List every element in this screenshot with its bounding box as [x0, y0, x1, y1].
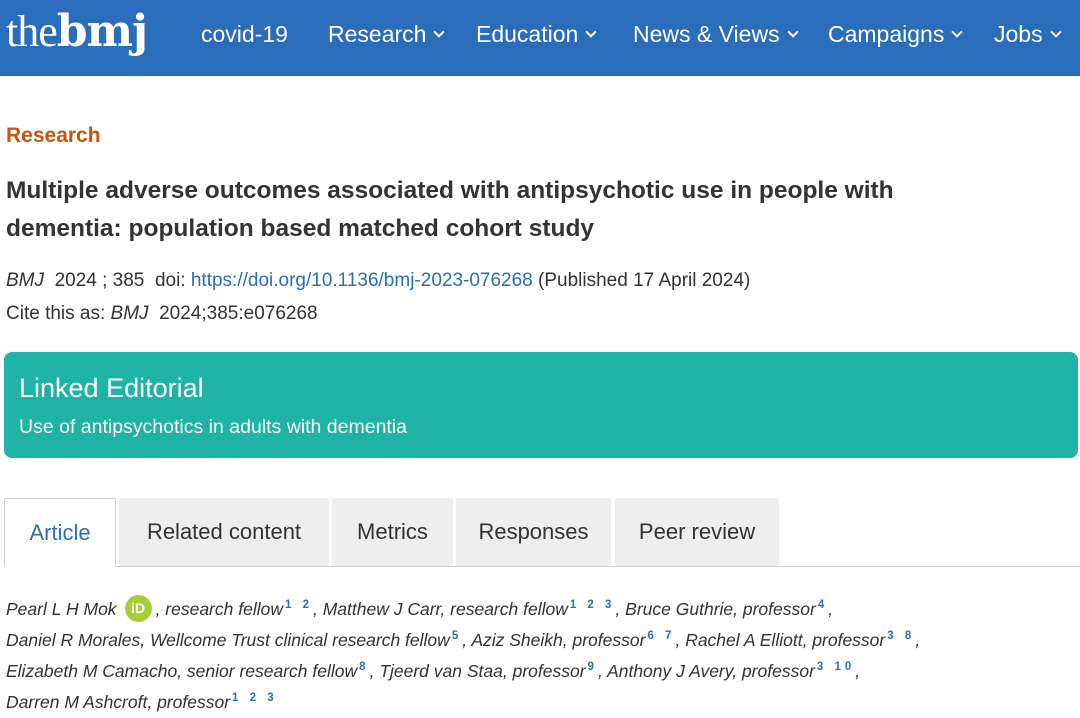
separator: , — [597, 660, 603, 681]
article-title: Multiple adverse outcomes associated wit… — [6, 177, 894, 242]
affiliation-ref[interactable]: 3 10 — [817, 661, 855, 673]
citation-line: BMJ 2024 ; 385 doi: https://doi.org/10.1… — [6, 270, 750, 292]
author-2[interactable]: Bruce Guthrie, professor 4, — [625, 599, 833, 619]
separator: , — [615, 598, 621, 619]
author-role: , professor — [732, 660, 815, 681]
orcid-icon[interactable]: iD — [124, 594, 152, 622]
logo-the: the — [6, 7, 58, 56]
author-role: , professor — [147, 691, 231, 712]
author-row: Daniel R Morales, Wellcome Trust clinica… — [6, 621, 1076, 652]
published-date: (Published 17 April 2024) — [538, 270, 751, 291]
author-row: Darren M Ashcroft, professor 1 2 3 — [6, 683, 1076, 714]
author-role: , professor — [502, 660, 586, 681]
affiliation-ref[interactable]: 9 — [588, 661, 598, 673]
author-5[interactable]: Rachel A Elliott, professor 3 8, — [685, 630, 920, 650]
affiliation-ref[interactable]: 1 2 3 — [570, 599, 616, 611]
author-name: Rachel A Elliott — [685, 629, 803, 650]
author-1[interactable]: Matthew J Carr, research fellow 1 2 3, — [323, 599, 621, 619]
separator: , — [915, 629, 921, 650]
chevron-down-icon — [433, 26, 446, 38]
nav-news-views[interactable]: News & Views — [633, 20, 799, 48]
author-0[interactable]: Pearl L H Mok iD, research fellow 1 2, — [6, 594, 318, 622]
cite-as-line: Cite this as: BMJ 2024;385:e076268 — [6, 303, 318, 325]
chevron-down-icon — [786, 26, 799, 38]
chevron-down-icon — [1049, 26, 1062, 38]
nav-research[interactable]: Research — [328, 20, 446, 48]
author-name: Aziz Sheikh — [471, 629, 563, 650]
chevron-down-icon — [585, 26, 597, 38]
tabs-divider — [4, 566, 1080, 567]
tab-related-content[interactable]: Related content — [119, 498, 329, 566]
author-8[interactable]: Anthony J Avery, professor 3 10, — [607, 661, 860, 681]
tab-article[interactable]: Article — [4, 498, 116, 567]
author-name: Matthew J Carr — [322, 598, 441, 619]
nav-jobs[interactable]: Jobs — [994, 20, 1062, 48]
nav-covid-19[interactable]: covid-19 — [201, 20, 288, 48]
bmj-logo[interactable]: thebmj — [6, 6, 148, 58]
author-name: Tjeerd van Staa — [379, 660, 503, 681]
nav-label: covid-19 — [201, 21, 288, 47]
author-list: Pearl L H Mok iD, research fellow 1 2, Mat… — [6, 590, 1076, 714]
doi-label: doi: — [154, 270, 186, 291]
author-role: , research fellow — [440, 598, 568, 619]
affiliation-ref[interactable]: 6 7 — [647, 630, 675, 642]
author-row: Pearl L H Mok iD, research fellow 1 2, Mat… — [6, 590, 1076, 622]
editorial-heading: Linked Editorial — [19, 373, 204, 403]
separator: , — [675, 629, 681, 650]
journal-name: BMJ — [6, 270, 44, 291]
nav-label: Education — [476, 21, 579, 47]
nav-label: Research — [328, 21, 427, 47]
author-name: Bruce Guthrie — [625, 598, 734, 619]
separator: , — [369, 660, 375, 681]
separator: , — [828, 598, 834, 619]
logo-bmj: bmj — [56, 6, 148, 57]
nav-campaigns[interactable]: Campaigns — [828, 20, 964, 48]
separator: , — [462, 629, 468, 650]
author-name: Daniel R Morales — [6, 629, 141, 650]
affiliation-ref[interactable]: 1 2 3 — [232, 692, 278, 704]
author-6[interactable]: Elizabeth M Camacho, senior research fel… — [6, 661, 374, 681]
author-7[interactable]: Tjeerd van Staa, professor 9, — [379, 661, 603, 681]
nav-education[interactable]: Education — [476, 20, 597, 48]
nav-label: Jobs — [994, 21, 1043, 47]
affiliation-ref[interactable]: 5 — [452, 630, 462, 642]
editorial-link[interactable]: Use of antipsychotics in adults with dem… — [19, 414, 407, 440]
affiliation-ref[interactable]: 3 8 — [887, 630, 915, 642]
author-name: Elizabeth M Camacho — [6, 660, 178, 681]
tab-responses[interactable]: Responses — [456, 498, 611, 566]
chevron-down-icon — [951, 26, 964, 38]
author-name: Anthony J Avery — [607, 660, 733, 681]
author-name: Pearl L H Mok — [6, 598, 117, 619]
cite-journal: BMJ — [110, 303, 149, 324]
author-role: , senior research fellow — [177, 660, 358, 681]
year-volume: 2024 ; 385 — [54, 270, 145, 291]
separator: , — [855, 660, 861, 681]
author-role: , professor — [802, 629, 886, 650]
author-row: Elizabeth M Camacho, senior research fel… — [6, 652, 1076, 683]
author-name: Darren M Ashcroft — [6, 691, 148, 712]
author-4[interactable]: Aziz Sheikh, professor 6 7, — [471, 630, 680, 650]
cite-reference: 2024;385:e076268 — [159, 303, 318, 324]
cite-label: Cite this as: — [6, 303, 106, 324]
nav-label: News & Views — [633, 21, 780, 47]
author-role: , research fellow — [155, 598, 283, 619]
affiliation-ref[interactable]: 8 — [359, 661, 369, 673]
linked-editorial-box: Linked Editorial Use of antipsychotics i… — [4, 352, 1078, 458]
affiliation-ref[interactable]: 4 — [818, 599, 828, 611]
author-3[interactable]: Daniel R Morales, Wellcome Trust clinica… — [6, 630, 467, 650]
section-label[interactable]: Research — [6, 124, 101, 148]
author-9[interactable]: Darren M Ashcroft, professor 1 2 3 — [6, 692, 278, 712]
author-role: , Wellcome Trust clinical research fello… — [140, 629, 450, 650]
site-header: thebmj covid-19 Research Education News … — [0, 0, 1080, 76]
tab-peer-review[interactable]: Peer review — [615, 498, 779, 566]
doi-link[interactable]: https://doi.org/10.1136/bmj-2023-076268 — [191, 270, 533, 291]
nav-label: Campaigns — [828, 21, 945, 47]
author-role: , professor — [562, 629, 646, 650]
separator: , — [312, 598, 318, 619]
author-role: , professor — [733, 598, 816, 619]
tab-metrics[interactable]: Metrics — [332, 498, 453, 566]
affiliation-ref[interactable]: 1 2 — [285, 599, 313, 611]
